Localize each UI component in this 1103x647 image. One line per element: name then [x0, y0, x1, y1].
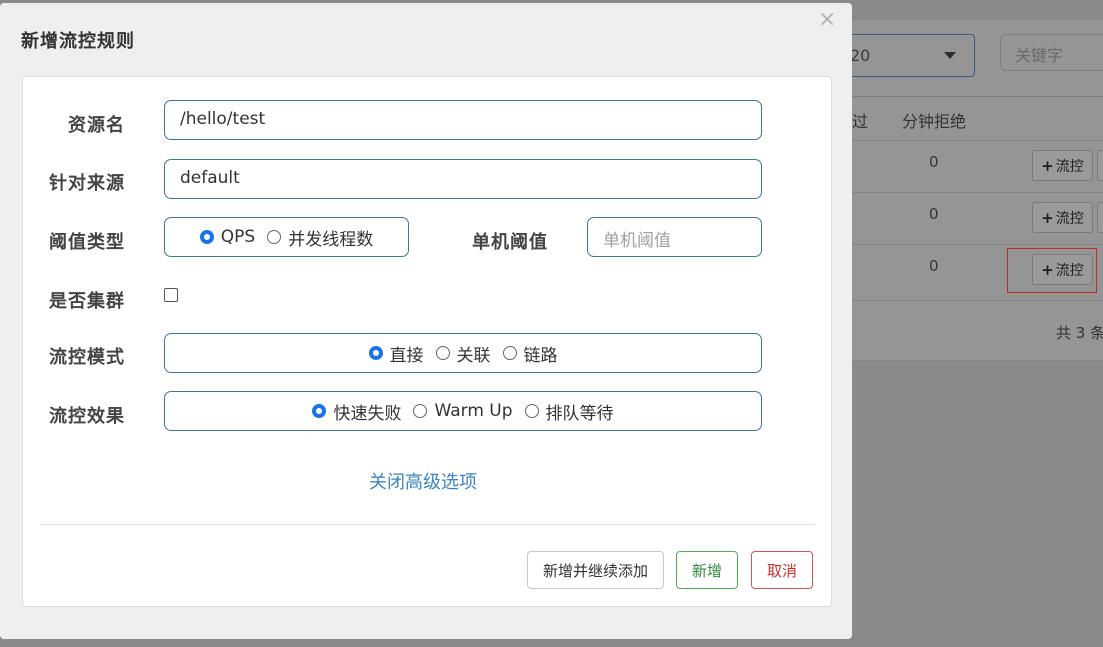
strategy-radio-group: 直接 关联 链路 [164, 333, 762, 373]
column-header-block: 分钟拒绝 [902, 112, 967, 131]
add-and-continue-button[interactable]: 新增并继续添加 [527, 551, 664, 589]
resource-name-value: /hello/test [180, 109, 266, 129]
behavior-option-label: Warm Up [434, 401, 513, 421]
resource-name-input[interactable]: /hello/test [164, 100, 762, 140]
add-button[interactable]: 新增 [676, 551, 738, 589]
radio-unchecked-icon [524, 404, 539, 418]
radio-unchecked-icon [413, 404, 428, 418]
grade-option-label: 并发线程数 [288, 229, 374, 250]
radio-unchecked-icon [502, 346, 517, 360]
plus-icon: + [1041, 208, 1054, 227]
footer-divider [40, 524, 815, 525]
behavior-option-label: 快速失败 [333, 403, 402, 424]
count-input[interactable]: 单机阈值 [587, 217, 762, 257]
table-row-divider [852, 244, 1103, 245]
close-advanced-options-link[interactable]: 关闭高级选项 [369, 468, 477, 494]
caret-down-icon [944, 52, 956, 59]
cluster-checkbox[interactable] [164, 288, 178, 302]
cluster-label: 是否集群 [49, 291, 125, 312]
strategy-option-label: 直接 [389, 345, 424, 366]
keyword-search-input[interactable]: 关键字 [1000, 34, 1103, 71]
strategy-option-label: 关联 [456, 345, 491, 366]
threshold-type-label: 阈值类型 [49, 232, 125, 253]
strategy-option-direct[interactable]: 直接 [368, 341, 424, 366]
behavior-option-fast-fail[interactable]: 快速失败 [312, 399, 401, 424]
flow-control-label: 流控 [1055, 210, 1084, 227]
row-action-button[interactable] [1097, 150, 1103, 181]
behavior-option-label: 排队等待 [545, 403, 614, 424]
behavior-label: 流控效果 [49, 406, 125, 427]
radio-checked-icon [312, 404, 327, 418]
resource-name-label: 资源名 [68, 115, 125, 136]
behavior-option-warm-up[interactable]: Warm Up [413, 401, 513, 421]
flow-control-button[interactable]: + 流控 [1032, 202, 1093, 233]
grade-option-threads[interactable]: 并发线程数 [267, 225, 373, 250]
dialog-title: 新增流控规则 [21, 31, 135, 52]
limit-app-value: default [180, 168, 240, 188]
plus-icon: + [1041, 156, 1054, 175]
strategy-label: 流控模式 [49, 347, 125, 368]
count-placeholder: 单机阈值 [603, 231, 671, 251]
table-cell-value: 0 [929, 257, 939, 275]
dialog-body: 资源名 /hello/test 针对来源 default 阈值类型 QPS 并发… [22, 76, 832, 607]
row-action-button[interactable] [1097, 202, 1103, 233]
behavior-radio-group: 快速失败 Warm Up 排队等待 [164, 391, 762, 431]
table-cell-value: 0 [929, 205, 939, 223]
page-size-select[interactable]: 20 [835, 34, 975, 77]
behavior-option-queue[interactable]: 排队等待 [524, 399, 614, 424]
limit-app-label: 针对来源 [49, 173, 125, 194]
table-header-divider [852, 96, 1103, 97]
radio-checked-icon [368, 346, 383, 360]
pagination-total: 共 3 条 [1056, 324, 1103, 342]
strategy-option-relate[interactable]: 关联 [435, 341, 491, 366]
flow-control-button[interactable]: + 流控 [1032, 150, 1093, 181]
search-placeholder: 关键字 [1015, 46, 1064, 65]
count-label: 单机阈值 [472, 232, 548, 253]
radio-unchecked-icon [267, 230, 282, 244]
grade-option-label: QPS [220, 227, 256, 247]
limit-app-input[interactable]: default [164, 159, 762, 199]
radio-checked-icon [199, 230, 214, 244]
grade-option-qps[interactable]: QPS [199, 227, 256, 247]
table-row-divider [852, 192, 1103, 193]
add-flow-rule-dialog: 新增流控规则 × 资源名 /hello/test 针对来源 default 阈值… [0, 3, 852, 639]
close-icon[interactable]: × [818, 9, 836, 31]
table-row-divider [852, 140, 1103, 141]
threshold-type-radio-group: QPS 并发线程数 [164, 217, 409, 257]
highlight-box [1007, 248, 1097, 293]
page-size-value: 20 [850, 46, 871, 65]
table-row-divider [852, 300, 1103, 301]
radio-unchecked-icon [435, 346, 450, 360]
table-cell-value: 0 [929, 153, 939, 171]
strategy-option-label: 链路 [523, 345, 558, 366]
cancel-button[interactable]: 取消 [751, 551, 813, 589]
strategy-option-chain[interactable]: 链路 [502, 341, 558, 366]
flow-control-label: 流控 [1055, 158, 1084, 175]
table-bottom-divider [852, 360, 1103, 361]
